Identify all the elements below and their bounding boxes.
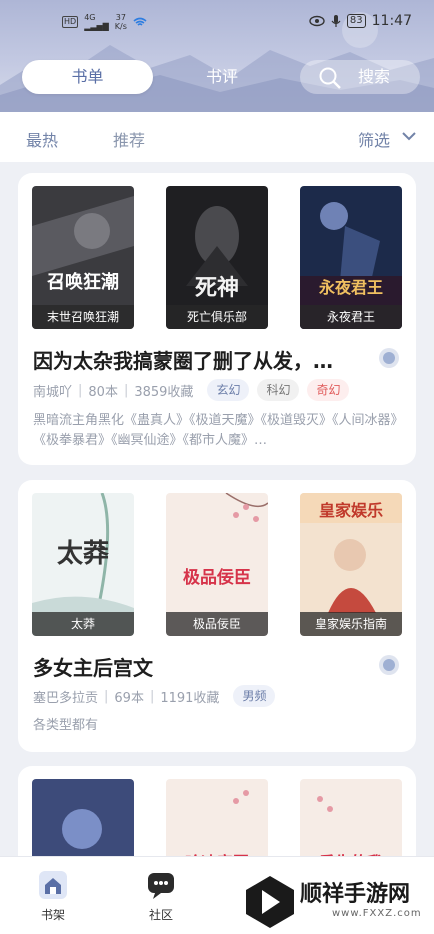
tab-book-review[interactable]: 书评 [162, 60, 282, 94]
chevron-down-icon[interactable] [402, 131, 416, 141]
sort-recommend[interactable]: 推荐 [113, 127, 145, 151]
tab-book-list[interactable]: 书单 [22, 60, 153, 94]
tag[interactable]: 男频 [233, 685, 276, 707]
signal-icon: 4G ▂▃▅▇ [84, 13, 109, 31]
wifi-icon [133, 17, 147, 26]
cover-caption: 极品佞臣 [166, 612, 268, 636]
cover-caption: 死亡俱乐部 [166, 305, 268, 329]
list-description: 各类型都有 [33, 718, 99, 733]
book-cover[interactable]: 极品佞臣 极品佞臣 [166, 493, 268, 636]
nav-bookshelf-label: 书架 [40, 908, 65, 922]
battery-icon: 83 [346, 14, 366, 28]
sort-hot[interactable]: 最热 [26, 127, 58, 151]
status-bar: HD 4G ▂▃▅▇ 37 K/s 83 11:47 [0, 8, 434, 36]
top-tabs: 书单 书评 搜索 [22, 60, 420, 96]
cover-caption: 太莽 [32, 612, 134, 636]
nav-community[interactable]: 社区 [131, 869, 191, 923]
cover-caption: 皇家娱乐指南 [300, 612, 402, 636]
tag[interactable]: 奇幻 [307, 379, 350, 401]
list-count: 69本 [114, 690, 144, 706]
search-label: 搜索 [358, 67, 391, 86]
network-speed: 37 K/s [114, 13, 127, 31]
cover-caption: 末世召唤狂潮 [32, 305, 134, 329]
list-author[interactable]: 塞巴多拉贡 [33, 687, 98, 706]
book-cover[interactable]: 太莽 太莽 [32, 493, 134, 636]
header: HD 4G ▂▃▅▇ 37 K/s 83 11:47 书单 书评 搜索 [0, 0, 434, 112]
book-cover[interactable]: 皇家娱乐 皇家娱乐指南 [300, 493, 402, 636]
tag[interactable]: 科幻 [257, 379, 300, 401]
book-cover[interactable]: 永夜君王 永夜君王 [300, 186, 402, 329]
tag[interactable]: 玄幻 [207, 379, 250, 401]
cover-caption: 永夜君王 [300, 305, 402, 329]
list-meta: 南城吖 | 80本 | 3859收藏 玄幻 科幻 奇幻 [33, 379, 350, 401]
search-icon [319, 67, 341, 89]
chat-icon [148, 873, 174, 899]
filter-bar: 最热 推荐 筛选 [0, 112, 434, 162]
medal-icon [379, 348, 399, 368]
book-cover[interactable]: 召唤狂潮 末世召唤狂潮 [32, 186, 134, 329]
clock: 11:47 [371, 13, 412, 29]
list-meta: 塞巴多拉贡 | 69本 | 1191收藏 男频 [33, 685, 276, 707]
list-favorites: 1191收藏 [160, 690, 220, 706]
filter-button[interactable]: 筛选 [358, 127, 390, 151]
eye-icon [309, 15, 325, 27]
list-title: 多女主后宫文 [33, 656, 153, 680]
list-title: 因为太杂我搞蒙圈了删了从发，… [33, 349, 333, 373]
nav-community-label: 社区 [148, 908, 173, 922]
watermark: 顺祥手游网 www.FXXZ.com [240, 870, 434, 933]
book-list-card[interactable]: 召唤狂潮 末世召唤狂潮 死神 死亡俱乐部 永夜君王 永夜君王 因为太杂我搞蒙圈了… [18, 173, 416, 465]
medal-icon [379, 655, 399, 675]
watermark-url: www.FXXZ.com [332, 908, 422, 919]
list-description: 黑暗流主角黑化《蛊真人》《极道天魔》《极道毁灭》《人间冰器》《极拳暴君》《幽冥仙… [33, 413, 404, 448]
list-favorites: 3859收藏 [134, 384, 194, 400]
watermark-name: 顺祥手游网 [300, 882, 411, 907]
list-count: 80本 [88, 384, 118, 400]
book-cover[interactable]: 死神 死亡俱乐部 [166, 186, 268, 329]
nav-bookshelf[interactable]: 书架 [23, 869, 83, 923]
microphone-icon [331, 15, 341, 27]
book-list-card[interactable]: 太莽 太莽 极品佞臣 极品佞臣 皇家娱乐 皇家娱乐指南 多女主后宫文 塞巴多拉贡… [18, 480, 416, 752]
search-button[interactable]: 搜索 [300, 60, 420, 94]
watermark-logo-icon [246, 876, 294, 928]
list-author[interactable]: 南城吖 [33, 381, 72, 400]
hd-badge: HD [62, 16, 79, 28]
bookshelf-icon [39, 871, 67, 899]
